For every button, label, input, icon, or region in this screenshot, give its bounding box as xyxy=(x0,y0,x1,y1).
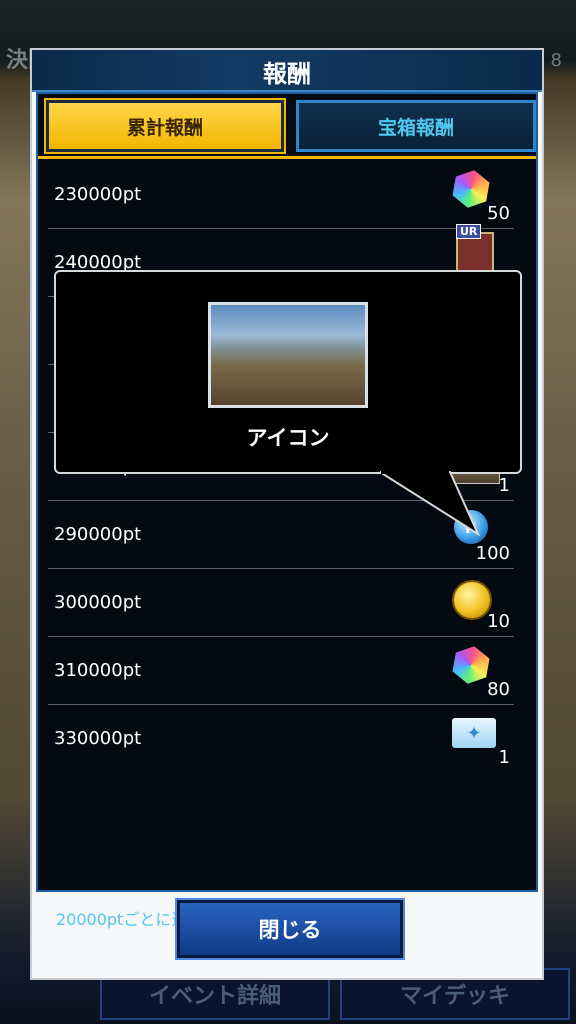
reward-tooltip: アイコン xyxy=(54,270,522,474)
reward-points: 300000pt xyxy=(54,592,142,613)
reward-points: 310000pt xyxy=(54,660,142,681)
coin-icon xyxy=(452,580,492,620)
reward-count: 80 xyxy=(487,679,510,700)
tab-cumulative-rewards[interactable]: 累計報酬 xyxy=(46,100,284,152)
reward-row: 330000pt ✦ 1 xyxy=(48,704,514,772)
reward-count: 1 xyxy=(498,747,510,768)
tooltip-preview-image xyxy=(208,302,368,408)
reward-points: 290000pt xyxy=(54,524,142,545)
tab-chest-rewards[interactable]: 宝箱報酬 xyxy=(296,100,536,152)
modal-header: 報酬 xyxy=(32,50,542,92)
reward-row: 230000pt 50 xyxy=(48,160,514,229)
tooltip-label: アイコン xyxy=(246,426,330,450)
reward-points: 330000pt xyxy=(54,728,142,749)
close-button[interactable]: 閉じる xyxy=(177,900,403,958)
reward-row: 310000pt 80 xyxy=(48,636,514,705)
ur-badge: UR xyxy=(456,224,482,239)
reward-count: 10 xyxy=(487,611,510,632)
reward-points: 230000pt xyxy=(54,184,142,205)
reward-item[interactable]: ✦ 1 xyxy=(444,712,510,768)
modal-title: 報酬 xyxy=(263,60,311,88)
tab-underline xyxy=(38,156,536,159)
ticket-icon: ✦ xyxy=(452,718,496,748)
tooltip-pointer xyxy=(380,470,481,537)
reward-row: 300000pt 10 xyxy=(48,568,514,637)
reward-item[interactable]: 80 xyxy=(444,644,510,700)
reward-count: 1 xyxy=(498,475,510,496)
reward-count: 100 xyxy=(475,543,510,564)
reward-item[interactable]: 50 xyxy=(444,168,510,224)
reward-count: 50 xyxy=(487,203,510,224)
reward-item[interactable]: 10 xyxy=(444,576,510,632)
